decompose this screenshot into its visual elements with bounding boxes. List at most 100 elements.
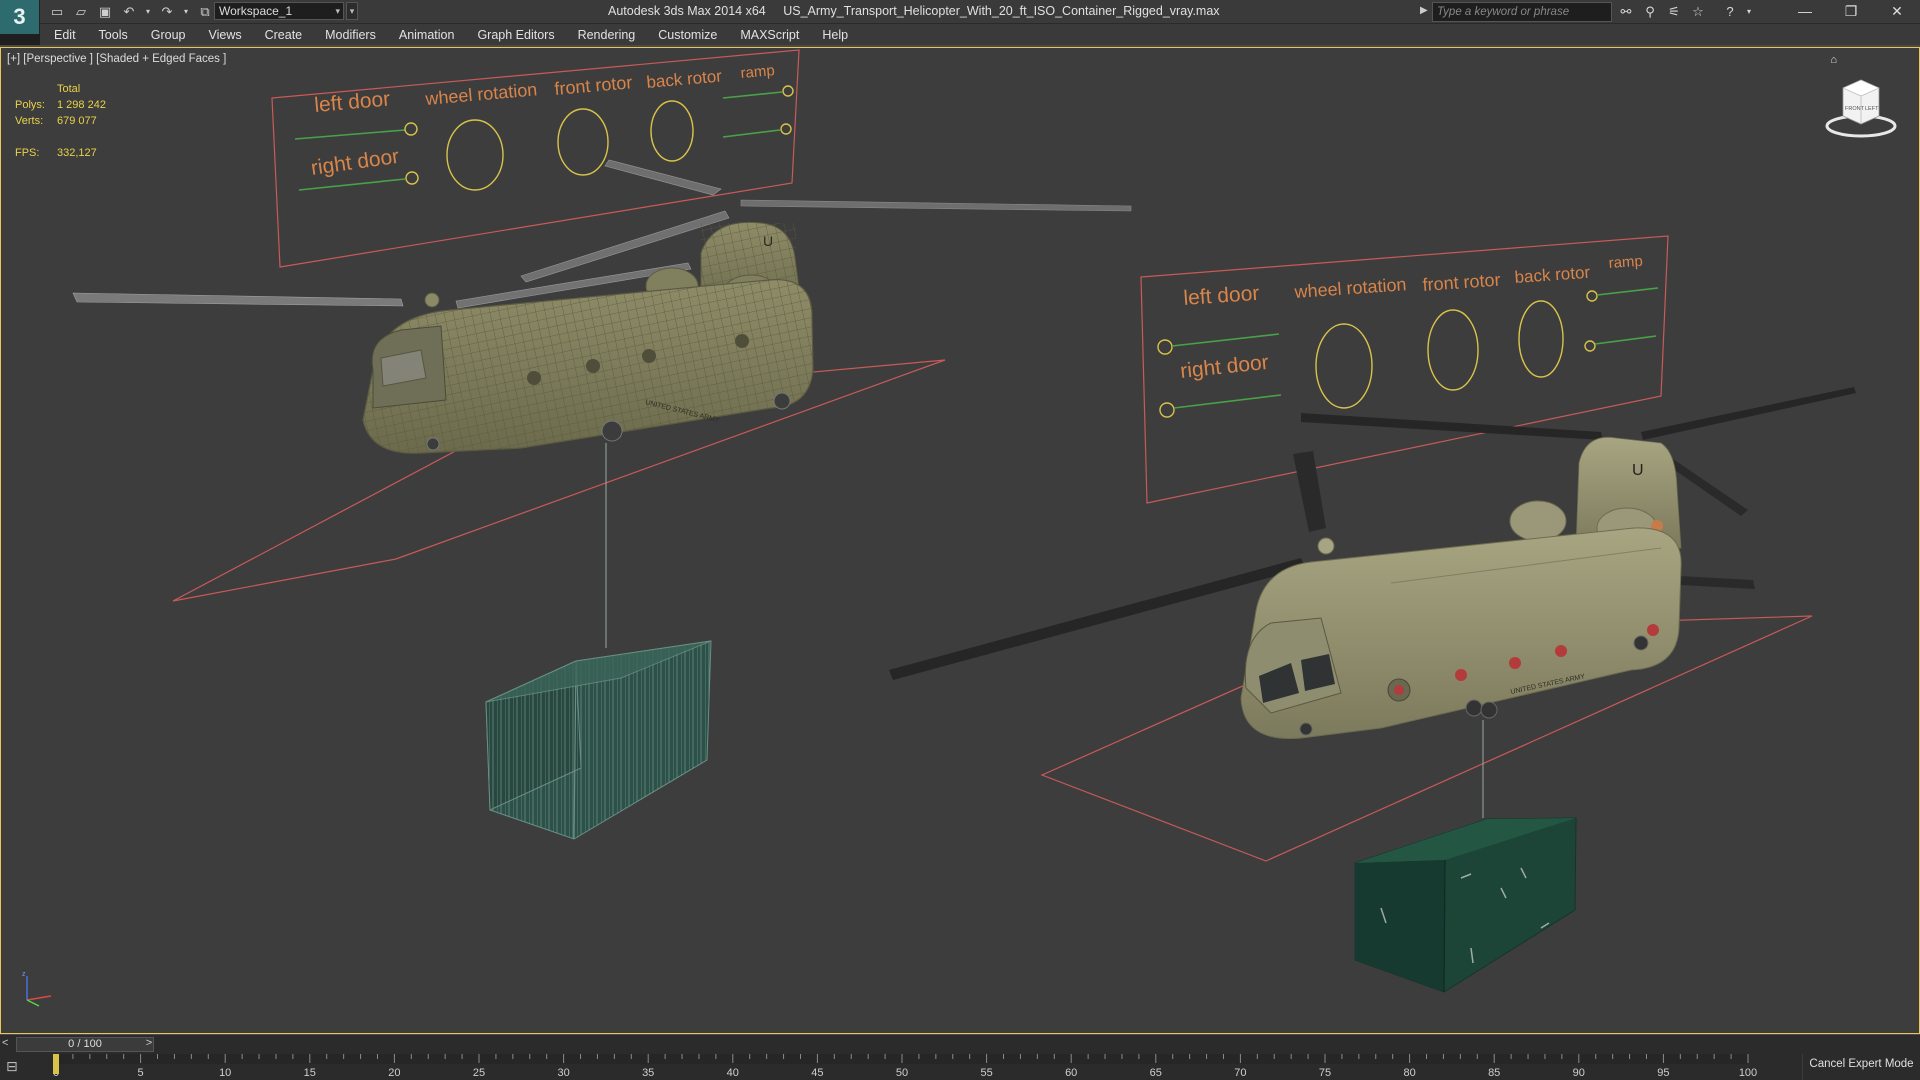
help-icon[interactable]: ?: [1720, 3, 1740, 21]
right-ramp-slider-top[interactable]: [1596, 287, 1659, 296]
viewport-label[interactable]: [+] [Perspective ] [Shaded + Edged Faces…: [7, 53, 226, 65]
right-label-ramp: ramp: [1608, 253, 1643, 272]
left-door-knob[interactable]: [404, 122, 418, 136]
project-folder-icon[interactable]: ⧉: [196, 3, 214, 21]
time-prev-icon[interactable]: <: [2, 1037, 16, 1052]
menu-group[interactable]: Group: [151, 28, 186, 42]
title-bar: 3 ▭ ▱ ▣ ↶ ▾ ↷ ▾ ⧉ Workspace_1 ▾ ▾ Autode…: [0, 0, 1920, 34]
front-rotor-dial[interactable]: [557, 108, 609, 176]
ramp-knob-bottom[interactable]: [780, 123, 792, 135]
time-slider-thumb[interactable]: 0 / 100: [16, 1037, 154, 1052]
right-back-rotor-dial[interactable]: [1518, 300, 1564, 378]
wheel-rotation-dial[interactable]: [446, 119, 504, 191]
menu-create[interactable]: Create: [265, 28, 303, 42]
menu-maxscript[interactable]: MAXScript: [740, 28, 799, 42]
binoculars-icon[interactable]: ⚯: [1616, 3, 1636, 21]
right-label-left-door: left door: [1183, 282, 1260, 310]
search-expand-icon[interactable]: ▶: [1420, 5, 1428, 16]
right-right-door-slider[interactable]: [1173, 394, 1282, 409]
workspace-dropdown[interactable]: Workspace_1 ▾: [214, 2, 344, 20]
help-dropdown-icon[interactable]: ▾: [1744, 3, 1754, 21]
viewcube[interactable]: FRONT LEFT: [1823, 70, 1899, 140]
verts-label: Verts:: [15, 115, 44, 127]
ruler-tick-label: 65: [1150, 1067, 1162, 1079]
menu-tools[interactable]: Tools: [99, 28, 128, 42]
axis-gizmo: z: [22, 971, 52, 1007]
new-file-icon[interactable]: ▭: [48, 3, 66, 21]
cancel-expert-mode-button[interactable]: Cancel Expert Mode: [1802, 1054, 1920, 1080]
workspace-menu-button[interactable]: ▾: [346, 2, 358, 20]
app-window: 3 ▭ ▱ ▣ ↶ ▾ ↷ ▾ ⧉ Workspace_1 ▾ ▾ Autode…: [0, 0, 1920, 1080]
ramp-slider-top[interactable]: [722, 91, 783, 99]
right-left-door-slider[interactable]: [1171, 333, 1280, 347]
workspace-value: Workspace_1: [219, 4, 293, 18]
right-left-door-knob[interactable]: [1157, 339, 1173, 355]
current-frame-marker[interactable]: [53, 1054, 59, 1074]
polys-value: 1 298 242: [57, 99, 106, 111]
ruler-tick-label: 90: [1573, 1067, 1585, 1079]
communication-icon[interactable]: ⚟: [1664, 3, 1684, 21]
right-ramp-knob-top[interactable]: [1586, 290, 1598, 302]
right-label-front-rotor: front rotor: [1422, 270, 1501, 295]
viewcube-left[interactable]: LEFT: [1865, 106, 1879, 112]
menu-modifiers[interactable]: Modifiers: [325, 28, 376, 42]
right-container-shaded[interactable]: [1354, 817, 1577, 993]
viewcube-front[interactable]: FRONT: [1845, 106, 1865, 112]
right-wheel-rotation-dial[interactable]: [1315, 323, 1373, 409]
menu-customize[interactable]: Customize: [658, 28, 717, 42]
left-helicopter-wireframe[interactable]: U UNITED STATES ARMY: [72, 159, 1132, 454]
quick-access-toolbar: ▭ ▱ ▣ ↶ ▾ ↷ ▾ ⧉: [48, 3, 214, 21]
time-slider[interactable]: < 0 / 100 >: [0, 1034, 1920, 1054]
app-logo-icon[interactable]: 3: [0, 0, 40, 34]
time-next-icon[interactable]: >: [142, 1037, 156, 1052]
ruler-tick-label: 15: [304, 1067, 316, 1079]
right-front-rotor-dial[interactable]: [1427, 309, 1479, 391]
menu-graph-editors[interactable]: Graph Editors: [477, 28, 554, 42]
menu-views[interactable]: Views: [208, 28, 241, 42]
ramp-knob-top[interactable]: [782, 85, 794, 97]
undo-dropdown-icon[interactable]: ▾: [144, 3, 152, 21]
right-ramp-knob-bottom[interactable]: [1584, 340, 1596, 352]
left-door-slider[interactable]: [294, 129, 406, 140]
menu-help[interactable]: Help: [822, 28, 848, 42]
right-label-wheel-rotation: wheel rotation: [1293, 274, 1407, 302]
frame-ruler[interactable]: 0510152025303540455055606570758085909510…: [52, 1054, 1760, 1080]
right-ramp-slider-bottom[interactable]: [1594, 335, 1657, 345]
window-controls: — ❐ ✕: [1782, 0, 1920, 24]
menu-animation[interactable]: Animation: [399, 28, 455, 42]
ruler-tick-label: 5: [138, 1067, 144, 1079]
minimize-icon[interactable]: —: [1782, 0, 1828, 24]
window-title-app: Autodesk 3ds Max 2014 x64: [608, 4, 766, 18]
subscription-icon[interactable]: ⚲: [1640, 3, 1660, 21]
right-label-back-rotor: back rotor: [1514, 263, 1591, 287]
save-file-icon[interactable]: ▣: [96, 3, 114, 21]
redo-icon[interactable]: ↷: [158, 3, 176, 21]
mini-curve-editor-icon[interactable]: ⊟: [6, 1058, 36, 1078]
track-bar[interactable]: ⊟ 05101520253035404550556065707580859095…: [0, 1054, 1920, 1080]
redo-dropdown-icon[interactable]: ▾: [182, 3, 190, 21]
open-file-icon[interactable]: ▱: [72, 3, 90, 21]
right-helicopter-shaded[interactable]: U UNITED STATES ARMY: [889, 387, 1856, 739]
undo-icon[interactable]: ↶: [120, 3, 138, 21]
left-label-right-door: right door: [309, 145, 400, 180]
left-label-ramp: ramp: [740, 62, 776, 82]
right-door-knob[interactable]: [405, 171, 419, 185]
left-label-left-door: left door: [313, 87, 391, 117]
polys-label: Polys:: [15, 99, 45, 111]
ramp-slider-bottom[interactable]: [722, 129, 781, 138]
menu-rendering[interactable]: Rendering: [578, 28, 636, 42]
ruler-tick-label: 75: [1319, 1067, 1331, 1079]
right-label-right-door: right door: [1179, 351, 1270, 383]
left-container-wireframe[interactable]: [485, 640, 712, 840]
right-right-door-knob[interactable]: [1159, 402, 1175, 418]
search-input[interactable]: Type a keyword or phrase: [1432, 2, 1612, 22]
perspective-viewport[interactable]: left door wheel rotation front rotor bac…: [0, 47, 1920, 1034]
home-icon[interactable]: ⌂: [1830, 54, 1837, 66]
close-icon[interactable]: ✕: [1874, 0, 1920, 24]
right-door-slider[interactable]: [298, 178, 406, 191]
back-rotor-dial[interactable]: [650, 100, 694, 162]
restore-icon[interactable]: ❐: [1828, 0, 1874, 24]
menu-edit[interactable]: Edit: [54, 28, 76, 42]
favorites-star-icon[interactable]: ☆: [1688, 3, 1708, 21]
left-label-back-rotor: back rotor: [646, 66, 723, 92]
